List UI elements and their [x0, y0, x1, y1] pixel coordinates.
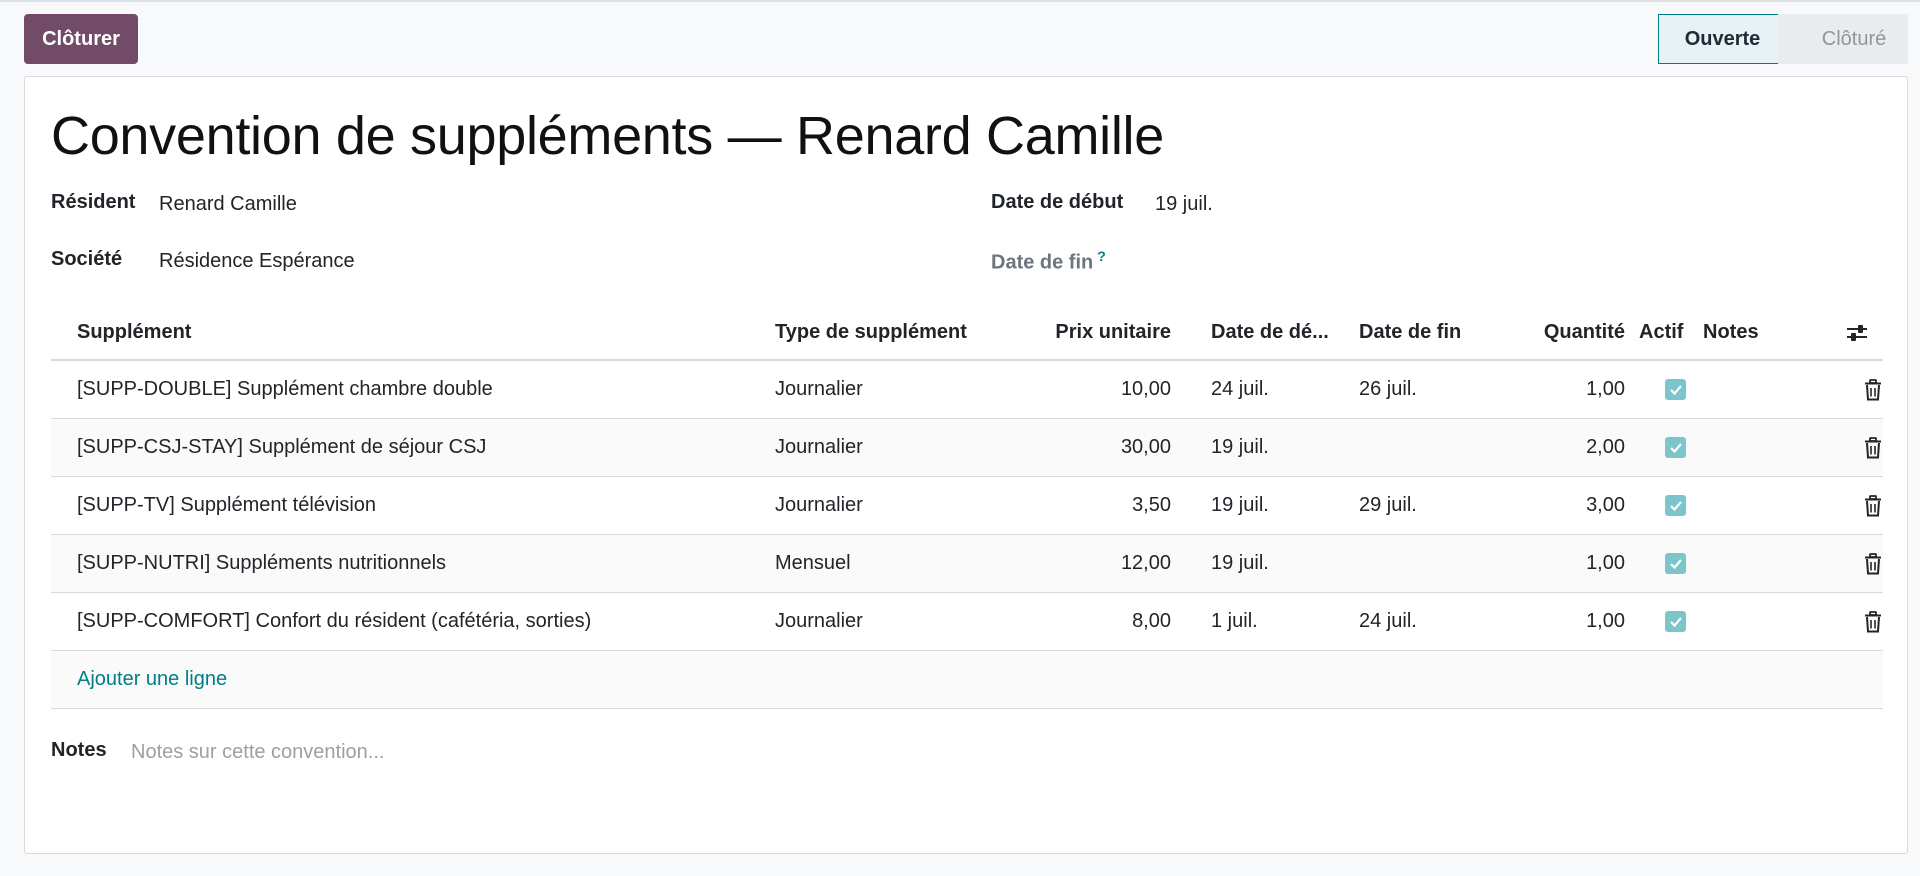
notes-input[interactable]: [131, 737, 1031, 767]
cell-end-date[interactable]: 29 juil.: [1359, 494, 1417, 517]
notes-label: Notes: [51, 739, 107, 761]
delete-row-trash-icon[interactable]: [1864, 553, 1882, 575]
col-end-date[interactable]: Date de fin: [1359, 321, 1461, 344]
cell-start-date[interactable]: 1 juil.: [1211, 610, 1258, 633]
checkmark-icon: [1669, 384, 1682, 395]
cell-type[interactable]: Journalier: [775, 610, 863, 633]
optional-columns-sliders-icon[interactable]: [1845, 322, 1869, 344]
cell-unit-price[interactable]: 3,50: [1132, 494, 1171, 517]
checkmark-icon: [1669, 442, 1682, 453]
cell-supplement[interactable]: [SUPP-NUTRI] Suppléments nutritionnels: [77, 552, 446, 575]
form-sheet: Convention de suppléments — Renard Camil…: [24, 76, 1908, 854]
cell-quantity[interactable]: 1,00: [1586, 610, 1625, 633]
table-row[interactable]: [SUPP-NUTRI] Suppléments nutritionnels Me…: [51, 535, 1883, 593]
table-header: Supplément Type de supplément Prix unita…: [51, 303, 1883, 361]
company-field[interactable]: Résidence Espérance: [159, 250, 355, 273]
stage-cloture-label: Clôturé: [1821, 27, 1887, 50]
cell-type[interactable]: Journalier: [775, 494, 863, 517]
cell-quantity[interactable]: 1,00: [1586, 552, 1625, 575]
col-type[interactable]: Type de supplément: [775, 321, 967, 344]
end-date-field[interactable]: [1155, 250, 1555, 276]
stage-cloture[interactable]: Clôturé: [1778, 14, 1908, 64]
active-checkbox[interactable]: [1665, 553, 1686, 574]
checkmark-icon: [1669, 500, 1682, 511]
cell-end-date[interactable]: 24 juil.: [1359, 610, 1417, 633]
col-quantity[interactable]: Quantité: [1544, 321, 1625, 344]
col-start-date[interactable]: Date de dé...: [1211, 321, 1329, 344]
end-date-label: Date de fin?: [991, 248, 1106, 275]
delete-row-trash-icon[interactable]: [1864, 611, 1882, 633]
col-unit-price[interactable]: Prix unitaire: [1055, 321, 1171, 344]
delete-row-trash-icon[interactable]: [1864, 437, 1882, 459]
checkmark-icon: [1669, 558, 1682, 569]
col-supplement[interactable]: Supplément: [77, 321, 191, 344]
stage-ouverte[interactable]: Ouverte: [1658, 14, 1796, 64]
col-notes[interactable]: Notes: [1703, 321, 1759, 344]
cell-quantity[interactable]: 2,00: [1586, 436, 1625, 459]
close-button[interactable]: Clôturer: [24, 14, 138, 64]
active-checkbox[interactable]: [1665, 379, 1686, 400]
table-row[interactable]: [SUPP-CSJ-STAY] Supplément de séjour CSJ…: [51, 419, 1883, 477]
cell-start-date[interactable]: 19 juil.: [1211, 436, 1269, 459]
company-label: Société: [51, 248, 123, 270]
cell-type[interactable]: Journalier: [775, 436, 863, 459]
active-checkbox[interactable]: [1665, 437, 1686, 458]
checkmark-icon: [1669, 616, 1682, 627]
start-date-label: Date de début: [991, 191, 1124, 213]
cell-unit-price[interactable]: 10,00: [1121, 378, 1171, 401]
cell-type[interactable]: Journalier: [775, 378, 863, 401]
delete-row-trash-icon[interactable]: [1864, 379, 1882, 401]
cell-start-date[interactable]: 19 juil.: [1211, 552, 1269, 575]
help-icon[interactable]: ?: [1097, 248, 1106, 264]
resident-label: Résident: [51, 191, 136, 213]
stage-ouverte-label: Ouverte: [1684, 27, 1761, 50]
table-row[interactable]: [SUPP-TV] Supplément télévision Journalie…: [51, 477, 1883, 535]
active-checkbox[interactable]: [1665, 611, 1686, 632]
cell-unit-price[interactable]: 8,00: [1132, 610, 1171, 633]
cell-supplement[interactable]: [SUPP-TV] Supplément télévision: [77, 494, 376, 517]
col-active[interactable]: Actif: [1639, 321, 1683, 344]
cell-supplement[interactable]: [SUPP-CSJ-STAY] Supplément de séjour CSJ: [77, 436, 486, 459]
end-date-label-text: Date de fin: [991, 251, 1094, 274]
cell-start-date[interactable]: 19 juil.: [1211, 494, 1269, 517]
cell-end-date[interactable]: 26 juil.: [1359, 378, 1417, 401]
supplements-table: Supplément Type de supplément Prix unita…: [51, 303, 1883, 709]
table-row[interactable]: [SUPP-COMFORT] Confort du résident (café…: [51, 593, 1883, 651]
add-line-link[interactable]: Ajouter une ligne: [77, 668, 227, 691]
active-checkbox[interactable]: [1665, 495, 1686, 516]
status-bar: Ouverte Clôturé: [1658, 14, 1908, 64]
top-divider: [0, 0, 1920, 2]
table-row[interactable]: [SUPP-DOUBLE] Supplément chambre double J…: [51, 361, 1883, 419]
cell-quantity[interactable]: 1,00: [1586, 378, 1625, 401]
start-date-field[interactable]: 19 juil.: [1155, 193, 1213, 216]
delete-row-trash-icon[interactable]: [1864, 495, 1882, 517]
cell-quantity[interactable]: 3,00: [1586, 494, 1625, 517]
cell-supplement[interactable]: [SUPP-COMFORT] Confort du résident (café…: [77, 610, 591, 633]
cell-start-date[interactable]: 24 juil.: [1211, 378, 1269, 401]
cell-unit-price[interactable]: 12,00: [1121, 552, 1171, 575]
table-body: [SUPP-DOUBLE] Supplément chambre double J…: [51, 361, 1883, 651]
cell-type[interactable]: Mensuel: [775, 552, 851, 575]
record-title: Convention de suppléments — Renard Camil…: [51, 106, 1164, 166]
add-line-row: Ajouter une ligne: [51, 651, 1883, 709]
cell-supplement[interactable]: [SUPP-DOUBLE] Supplément chambre double: [77, 378, 493, 401]
cell-unit-price[interactable]: 30,00: [1121, 436, 1171, 459]
resident-field[interactable]: Renard Camille: [159, 193, 297, 216]
